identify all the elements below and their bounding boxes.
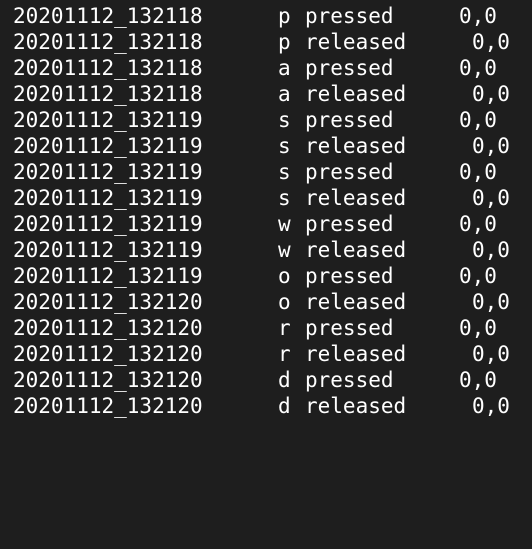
log-key: d — [278, 394, 291, 418]
log-action: released — [305, 134, 407, 158]
log-timestamp: 20201112_132118 — [13, 4, 203, 28]
log-key: r — [278, 316, 291, 340]
log-key: s — [278, 134, 291, 158]
log-action: pressed — [305, 368, 394, 392]
log-action: released — [305, 186, 407, 210]
log-timestamp: 20201112_132119 — [13, 160, 203, 184]
log-timestamp: 20201112_132119 — [13, 186, 203, 210]
log-action: pressed — [305, 56, 394, 80]
log-key: s — [278, 186, 291, 210]
log-coordinates: 0,0 — [459, 160, 497, 184]
log-action: released — [305, 30, 407, 54]
log-key: a — [278, 56, 291, 80]
log-coordinates: 0,0 — [459, 56, 497, 80]
log-coordinates: 0,0 — [472, 342, 510, 366]
log-key: w — [278, 238, 291, 262]
log-timestamp: 20201112_132118 — [13, 56, 203, 80]
log-timestamp: 20201112_132118 — [13, 30, 203, 54]
log-timestamp: 20201112_132119 — [13, 212, 203, 236]
log-coordinates: 0,0 — [459, 4, 497, 28]
log-coordinates: 0,0 — [459, 108, 497, 132]
log-key: s — [278, 108, 291, 132]
log-coordinates: 0,0 — [472, 394, 510, 418]
log-line: 20201112_132118 p pressed 0,0 — [13, 3, 532, 29]
log-coordinates: 0,0 — [472, 290, 510, 314]
log-timestamp: 20201112_132120 — [13, 394, 203, 418]
log-line: 20201112_132120 d released 0,0 — [13, 393, 532, 419]
log-key: p — [278, 4, 291, 28]
log-coordinates: 0,0 — [472, 186, 510, 210]
log-timestamp: 20201112_132120 — [13, 368, 203, 392]
log-line: 20201112_132120 d pressed 0,0 — [13, 367, 532, 393]
log-line: 20201112_132119 s pressed 0,0 — [13, 159, 532, 185]
log-timestamp: 20201112_132118 — [13, 82, 203, 106]
log-action: released — [305, 342, 407, 366]
terminal-output: 20201112_132118 p pressed 0,0 20201112_1… — [0, 0, 532, 426]
log-coordinates: 0,0 — [472, 30, 510, 54]
log-line: 20201112_132120 r pressed 0,0 — [13, 315, 532, 341]
log-line: 20201112_132119 s released 0,0 — [13, 185, 532, 211]
log-timestamp: 20201112_132120 — [13, 290, 203, 314]
log-line: 20201112_132118 p released 0,0 — [13, 29, 532, 55]
log-key: w — [278, 212, 291, 236]
log-coordinates: 0,0 — [459, 316, 497, 340]
log-line: 20201112_132118 a pressed 0,0 — [13, 55, 532, 81]
log-timestamp: 20201112_132119 — [13, 264, 203, 288]
log-line: 20201112_132120 r released 0,0 — [13, 341, 532, 367]
log-timestamp: 20201112_132120 — [13, 342, 203, 366]
log-line: 20201112_132119 o pressed 0,0 — [13, 263, 532, 289]
log-timestamp: 20201112_132120 — [13, 316, 203, 340]
log-key: a — [278, 82, 291, 106]
log-coordinates: 0,0 — [459, 264, 497, 288]
log-action: pressed — [305, 316, 394, 340]
log-action: released — [305, 82, 407, 106]
log-coordinates: 0,0 — [459, 212, 497, 236]
log-key: r — [278, 342, 291, 366]
log-action: pressed — [305, 160, 394, 184]
log-line: 20201112_132118 a released 0,0 — [13, 81, 532, 107]
log-action: pressed — [305, 212, 394, 236]
log-timestamp: 20201112_132119 — [13, 108, 203, 132]
log-coordinates: 0,0 — [459, 368, 497, 392]
log-action: pressed — [305, 264, 394, 288]
log-line: 20201112_132119 s pressed 0,0 — [13, 107, 532, 133]
log-line: 20201112_132119 s released 0,0 — [13, 133, 532, 159]
log-action: released — [305, 238, 407, 262]
log-key: o — [278, 290, 291, 314]
log-line: 20201112_132119 w released 0,0 — [13, 237, 532, 263]
log-coordinates: 0,0 — [472, 238, 510, 262]
log-key: d — [278, 368, 291, 392]
log-timestamp: 20201112_132119 — [13, 238, 203, 262]
log-action: released — [305, 394, 407, 418]
log-line: 20201112_132120 o released 0,0 — [13, 289, 532, 315]
log-key: p — [278, 30, 291, 54]
log-line: 20201112_132119 w pressed 0,0 — [13, 211, 532, 237]
log-coordinates: 0,0 — [472, 82, 510, 106]
log-action: released — [305, 290, 407, 314]
log-key: o — [278, 264, 291, 288]
log-action: pressed — [305, 4, 394, 28]
log-key: s — [278, 160, 291, 184]
log-timestamp: 20201112_132119 — [13, 134, 203, 158]
log-coordinates: 0,0 — [472, 134, 510, 158]
log-action: pressed — [305, 108, 394, 132]
